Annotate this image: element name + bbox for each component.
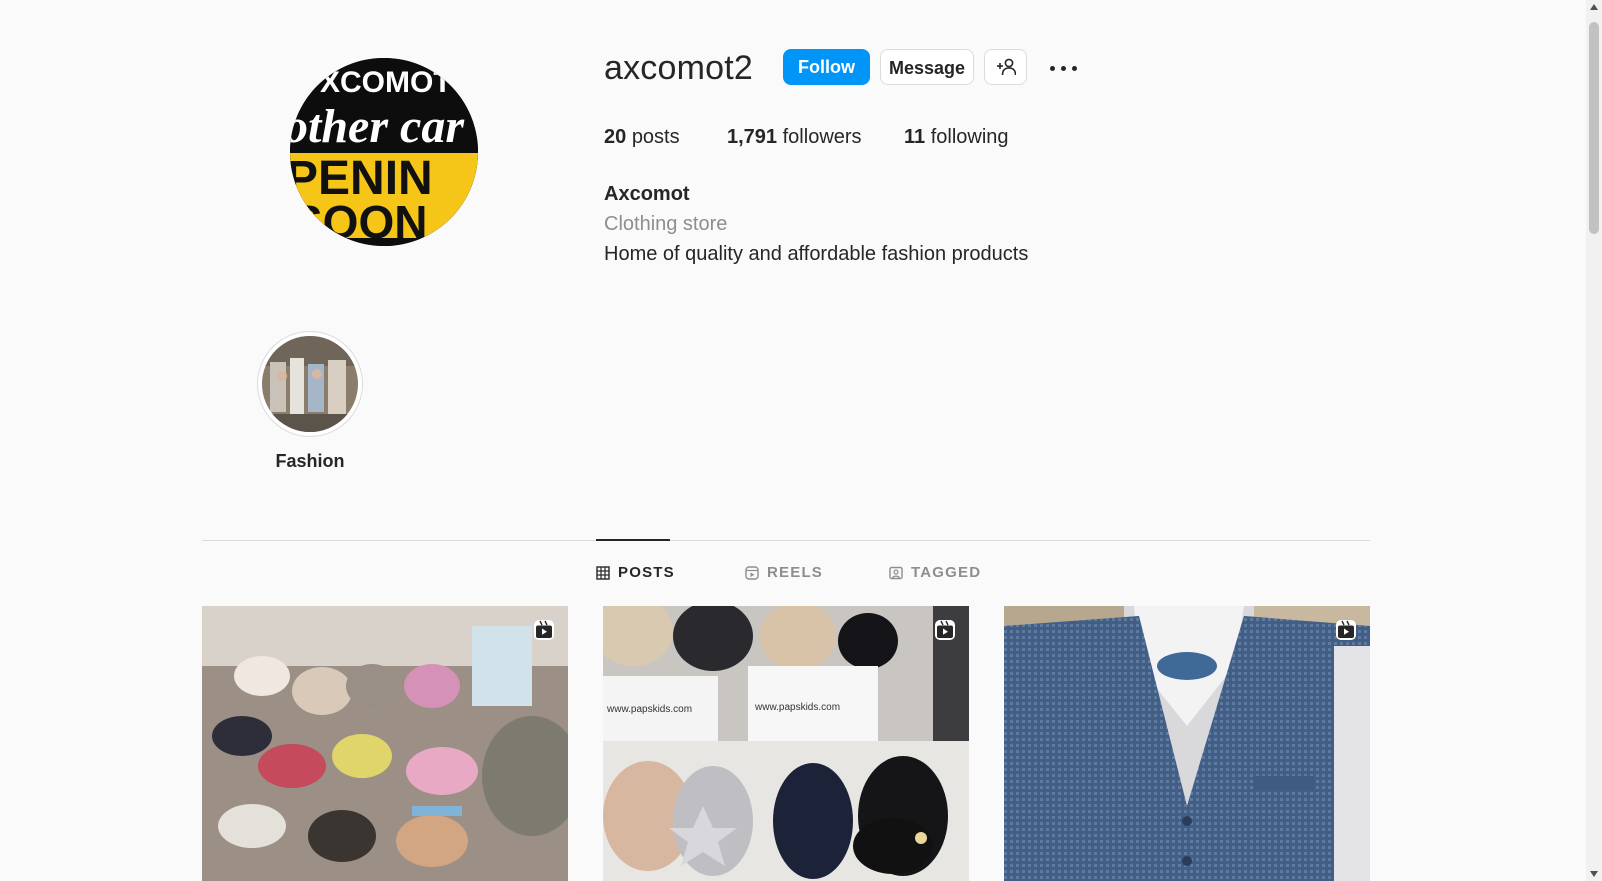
highlight-cover — [262, 336, 358, 432]
scroll-thumb[interactable] — [1589, 22, 1599, 234]
suggested-accounts-button[interactable] — [984, 49, 1027, 85]
scroll-up-arrow-icon[interactable] — [1590, 4, 1598, 10]
tab-tagged-label: TAGGED — [911, 564, 982, 581]
reel-icon — [534, 620, 554, 640]
profile-avatar[interactable]: XCOMOT other car PENIN SOON — [290, 58, 478, 246]
tab-posts[interactable]: POSTS — [596, 564, 675, 581]
following-number: 11 — [904, 126, 926, 148]
followers-link[interactable]: 1,791 followers — [727, 126, 862, 149]
post-overlay-text: www.papskids.com — [606, 704, 692, 715]
grid-icon — [596, 565, 610, 580]
tab-reels[interactable]: REELS — [745, 564, 823, 581]
more-options-icon[interactable] — [1046, 54, 1082, 82]
reels-icon — [745, 565, 759, 580]
active-tab-indicator — [596, 539, 670, 541]
message-button[interactable]: Message — [880, 49, 974, 85]
profile-full-name: Axcomot — [604, 183, 690, 205]
avatar-line-1: XCOMOT — [320, 66, 452, 99]
story-highlight-fashion[interactable]: Fashion — [256, 331, 364, 472]
following-link[interactable]: 11 following — [904, 126, 1009, 149]
posts-number: 20 — [604, 126, 627, 148]
tabs-divider — [202, 540, 1370, 541]
dot — [1061, 66, 1066, 71]
posts-count: 20 posts — [604, 126, 680, 149]
posts-label: posts — [631, 126, 680, 148]
profile-category: Clothing store — [604, 213, 728, 235]
profile-page: XCOMOT other car PENIN SOON axcomot2 Fol… — [0, 0, 1586, 881]
dot — [1050, 66, 1055, 71]
post-thumbnail: www.papskids.com www.papskids.com — [603, 606, 969, 881]
post-tile[interactable]: www.papskids.com www.papskids.com — [603, 606, 969, 881]
followers-label: followers — [782, 126, 862, 148]
post-tile[interactable] — [1004, 606, 1370, 881]
followers-number: 1,791 — [727, 126, 778, 148]
highlight-ring — [257, 331, 363, 437]
dot — [1072, 66, 1077, 71]
follow-button[interactable]: Follow — [783, 49, 870, 85]
tagged-icon — [889, 566, 903, 579]
avatar-line-4: SOON — [292, 196, 427, 246]
profile-bio: Home of quality and affordable fashion p… — [604, 243, 1029, 265]
post-thumbnail — [202, 606, 568, 881]
page-scrollbar[interactable] — [1586, 0, 1602, 881]
post-thumbnail — [1004, 606, 1370, 881]
avatar-line-2: other car — [290, 100, 465, 153]
add-person-icon — [996, 58, 1016, 76]
post-overlay-text: www.papskids.com — [754, 702, 840, 713]
post-tile[interactable] — [202, 606, 568, 881]
reel-icon — [935, 620, 955, 640]
scroll-down-arrow-icon[interactable] — [1590, 871, 1598, 877]
highlight-label: Fashion — [275, 451, 345, 471]
tab-posts-label: POSTS — [618, 564, 675, 581]
reel-icon — [1336, 620, 1356, 640]
following-label: following — [930, 126, 1009, 148]
tab-reels-label: REELS — [767, 564, 824, 581]
profile-username: axcomot2 — [604, 49, 754, 87]
tab-tagged[interactable]: TAGGED — [889, 564, 981, 581]
